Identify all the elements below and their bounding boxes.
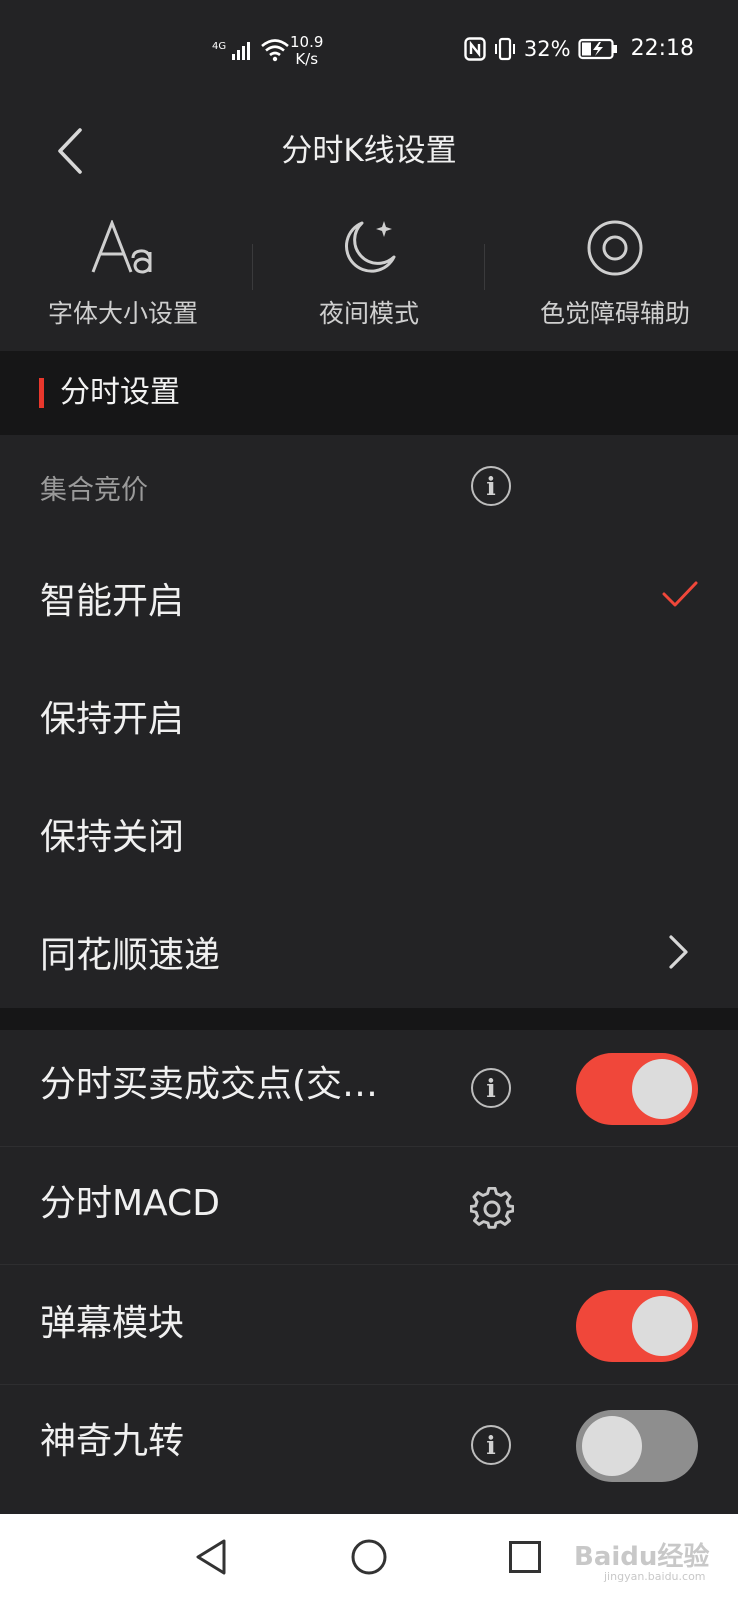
app-header: 分时K线设置: [0, 106, 738, 196]
back-button[interactable]: [40, 116, 100, 186]
group-separator: [0, 1008, 738, 1030]
target-circle-icon: [585, 212, 645, 284]
section-header: 分时设置: [0, 351, 738, 435]
page-title: 分时K线设置: [281, 133, 457, 169]
option-label: 智能开启: [40, 581, 185, 622]
section-accent-bar: [39, 378, 44, 408]
nav-home-button[interactable]: [346, 1534, 392, 1580]
moon-icon: [338, 212, 400, 284]
network-type: 4G: [212, 41, 227, 52]
auction-label: 集合竞价: [40, 475, 148, 506]
triangle-back-icon: [196, 1539, 226, 1575]
nav-recents-button[interactable]: [502, 1534, 548, 1580]
night-mode-label: 夜间模式: [318, 299, 419, 328]
option-smart-on[interactable]: 智能开启: [0, 572, 738, 652]
nav-back-button[interactable]: [188, 1534, 234, 1580]
watermark-url: jingyan.baidu.com: [604, 1570, 706, 1583]
danmaku-label: 弹幕模块: [40, 1303, 185, 1344]
night-mode-setting[interactable]: 夜间模式: [246, 196, 492, 351]
row-divider: [0, 1384, 738, 1385]
nine-turn-label: 神奇九转: [40, 1421, 185, 1462]
font-size-icon: [90, 212, 156, 284]
checkmark-icon: [662, 581, 698, 607]
vibrate-icon: [494, 37, 515, 60]
status-right: 32% 22:18: [464, 36, 694, 61]
section-title: 分时设置: [60, 375, 180, 410]
signal-icon: [232, 42, 251, 60]
option-keep-off[interactable]: 保持关闭: [0, 808, 738, 888]
macd-row: 分时MACD: [0, 1174, 738, 1254]
color-blind-setting[interactable]: 色觉障碍辅助: [492, 196, 738, 351]
toggle-knob: [582, 1416, 642, 1476]
chevron-right-icon: [669, 935, 688, 969]
network-indicator: 4G: [212, 38, 290, 62]
auction-info-icon[interactable]: i: [471, 466, 511, 506]
status-bar: 4G 10.9 K/s 32% 22:18: [0, 0, 738, 106]
express-label: 同花顺速递: [40, 935, 221, 976]
trade-points-toggle[interactable]: [576, 1053, 698, 1125]
macd-label: 分时MACD: [40, 1183, 220, 1224]
nine-turn-toggle[interactable]: [576, 1410, 698, 1482]
watermark: Baidu经验: [574, 1542, 710, 1572]
square-recents-icon: [509, 1541, 541, 1573]
font-size-setting[interactable]: 字体大小设置: [0, 196, 246, 351]
nine-turn-info-icon[interactable]: i: [471, 1425, 511, 1465]
gear-icon[interactable]: [470, 1187, 514, 1231]
nfc-icon: [464, 36, 486, 61]
quick-settings: 字体大小设置 夜间模式 色觉障碍辅助: [0, 196, 738, 351]
clock: 22:18: [630, 36, 694, 61]
danmaku-toggle[interactable]: [576, 1290, 698, 1362]
color-blind-label: 色觉障碍辅助: [539, 299, 690, 328]
toggle-knob: [632, 1059, 692, 1119]
chevron-left-icon: [58, 128, 82, 174]
express-row[interactable]: 同花顺速递: [0, 926, 738, 1006]
option-label: 保持开启: [40, 699, 185, 740]
row-divider: [0, 1146, 738, 1147]
battery-percent: 32%: [523, 36, 571, 61]
row-divider: [0, 1264, 738, 1265]
circle-home-icon: [351, 1539, 387, 1575]
system-nav-bar: Baidu经验 jingyan.baidu.com: [0, 1514, 738, 1600]
option-keep-on[interactable]: 保持开启: [0, 690, 738, 770]
toggle-knob: [632, 1296, 692, 1356]
wifi-icon: [261, 39, 289, 62]
quick-divider: [484, 244, 485, 290]
trade-points-label: 分时买卖成交点(交…: [40, 1064, 379, 1105]
network-speed: 10.9 K/s: [290, 33, 324, 68]
option-label: 保持关闭: [40, 817, 185, 858]
font-size-label: 字体大小设置: [47, 299, 198, 328]
trade-points-info-icon[interactable]: i: [471, 1068, 511, 1108]
battery-charging-icon: [577, 38, 617, 59]
